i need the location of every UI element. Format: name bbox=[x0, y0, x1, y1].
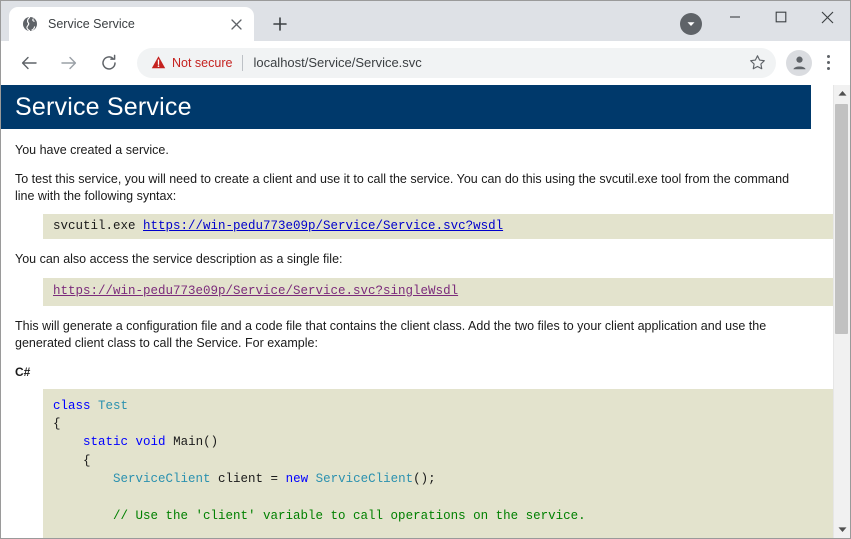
kebab-dot bbox=[826, 55, 830, 58]
csharp-language-label: C# bbox=[15, 364, 31, 379]
svcutil-command-box: svcutil.exe https://win-pedu773e09p/Serv… bbox=[43, 213, 833, 239]
arrow-left-icon bbox=[21, 56, 37, 69]
vertical-scrollbar[interactable] bbox=[833, 85, 850, 538]
profile-avatar[interactable] bbox=[786, 49, 812, 76]
chevron-up-icon bbox=[838, 91, 846, 96]
page-content: You have created a service. To test this… bbox=[1, 142, 833, 538]
person-icon bbox=[792, 56, 806, 70]
single-wsdl-link[interactable]: https://win-pedu773e09p/Service/Service.… bbox=[53, 284, 458, 298]
generate-note-paragraph: This will generate a configuration file … bbox=[15, 318, 767, 350]
security-indicator[interactable]: Not secure bbox=[151, 55, 232, 70]
code-line: // Use the 'client' variable to call ope… bbox=[53, 507, 830, 525]
bookmark-star-icon[interactable] bbox=[744, 50, 770, 76]
forward-button[interactable] bbox=[53, 47, 85, 79]
warning-triangle-icon bbox=[151, 55, 166, 70]
url-text[interactable]: localhost/Service/Service.svc bbox=[253, 55, 744, 70]
plus-icon bbox=[273, 17, 287, 31]
reload-button[interactable] bbox=[93, 47, 125, 79]
scroll-down-button[interactable] bbox=[834, 521, 850, 538]
code-line: class Test bbox=[53, 397, 830, 415]
code-token-kw: void bbox=[135, 435, 166, 450]
page-banner: Service Service bbox=[1, 85, 811, 129]
code-token-kw: class bbox=[53, 398, 91, 413]
window-controls bbox=[712, 1, 850, 33]
code-line: ServiceClient client = new ServiceClient… bbox=[53, 470, 830, 488]
scroll-up-button[interactable] bbox=[834, 85, 850, 102]
code-line bbox=[53, 525, 830, 538]
back-button[interactable] bbox=[13, 47, 45, 79]
new-tab-button[interactable] bbox=[266, 10, 294, 38]
update-available-icon[interactable] bbox=[680, 13, 702, 35]
close-button[interactable] bbox=[804, 1, 850, 33]
wsdl-link[interactable]: https://win-pedu773e09p/Service/Service.… bbox=[143, 219, 503, 233]
code-token-cmt: // Use the 'client' variable to call ope… bbox=[113, 508, 586, 523]
code-token: { bbox=[53, 417, 61, 432]
browser-window: Service Service Not secure localhost/Ser… bbox=[0, 0, 851, 539]
test-instructions-paragraph: To test this service, you will need to c… bbox=[15, 171, 790, 203]
code-token: Main() bbox=[165, 435, 219, 450]
close-icon[interactable] bbox=[226, 14, 246, 34]
web-page: Service Service You have created a servi… bbox=[1, 85, 833, 538]
intro-paragraph: You have created a service. bbox=[15, 143, 169, 157]
code-line: static void Main() bbox=[53, 433, 830, 451]
code-token: (); bbox=[413, 472, 436, 487]
arrow-right-icon bbox=[61, 56, 77, 69]
single-file-note: You can also access the service descript… bbox=[15, 251, 343, 266]
csharp-code-block: class Test { static void Main() { Service… bbox=[43, 388, 833, 538]
code-token-type: Test bbox=[98, 398, 129, 413]
code-token: client = bbox=[210, 472, 286, 487]
code-token-type: ServiceClient bbox=[315, 472, 414, 487]
close-icon bbox=[821, 11, 833, 23]
reload-icon bbox=[102, 54, 116, 70]
browser-toolbar: Not secure localhost/Service/Service.svc bbox=[1, 41, 850, 85]
code-line bbox=[53, 489, 830, 507]
security-label: Not secure bbox=[172, 55, 233, 70]
code-token-type: ServiceClient bbox=[113, 472, 211, 487]
maximize-icon bbox=[775, 11, 787, 23]
scrollbar-track[interactable] bbox=[834, 102, 850, 521]
minimize-icon bbox=[730, 16, 740, 18]
omnibox-divider bbox=[242, 54, 244, 71]
code-line: { bbox=[53, 452, 830, 470]
code-token-kw: static bbox=[83, 435, 129, 450]
tab-title: Service Service bbox=[48, 17, 135, 31]
kebab-dot bbox=[826, 61, 830, 64]
browser-menu-button[interactable] bbox=[814, 48, 842, 78]
chevron-down-icon bbox=[838, 527, 846, 532]
page-title: Service Service bbox=[15, 92, 192, 121]
svcutil-command-text: svcutil.exe bbox=[53, 218, 144, 233]
tab-service-service[interactable]: Service Service bbox=[9, 7, 254, 41]
address-bar[interactable]: Not secure localhost/Service/Service.svc bbox=[137, 47, 776, 78]
globe-icon bbox=[21, 16, 38, 33]
code-token-kw: new bbox=[285, 472, 309, 487]
page-viewport: Service Service You have created a servi… bbox=[1, 85, 850, 538]
minimize-button[interactable] bbox=[712, 1, 758, 33]
kebab-dot bbox=[826, 67, 830, 70]
code-line: { bbox=[53, 415, 830, 433]
maximize-button[interactable] bbox=[758, 1, 804, 33]
scrollbar-thumb[interactable] bbox=[835, 104, 848, 335]
single-wsdl-box: https://win-pedu773e09p/Service/Service.… bbox=[43, 277, 833, 306]
tab-strip: Service Service bbox=[1, 1, 850, 41]
code-token: { bbox=[53, 453, 91, 468]
